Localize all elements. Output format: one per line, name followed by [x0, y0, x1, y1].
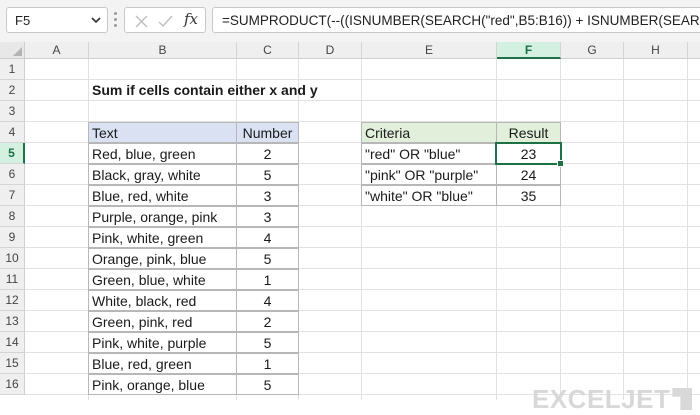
row-header-4[interactable]: 4: [0, 122, 25, 143]
data-text-cell[interactable]: Blue, red, green: [88, 353, 237, 374]
row-header-13[interactable]: 13: [0, 311, 25, 332]
column-header-partial[interactable]: [688, 42, 700, 59]
row-header-11[interactable]: 11: [0, 269, 25, 290]
result-cell[interactable]: 24: [496, 164, 561, 185]
cancel-icon[interactable]: [131, 12, 151, 30]
row-header-16[interactable]: 16: [0, 374, 25, 395]
select-all-corner[interactable]: [0, 42, 25, 59]
criteria-cell[interactable]: "white" OR "blue": [361, 185, 497, 206]
drag-handle-icon[interactable]: [113, 12, 119, 30]
formula-input[interactable]: =SUMPRODUCT(--((ISNUMBER(SEARCH("red",B5…: [212, 7, 700, 33]
data-text-cell[interactable]: Pink, white, green: [88, 227, 237, 248]
data-number-cell[interactable]: 4: [236, 227, 299, 248]
data-number-cell[interactable]: 1: [236, 353, 299, 374]
insert-function-icon[interactable]: fx: [181, 10, 201, 28]
column-header-b[interactable]: B: [89, 42, 237, 59]
formula-text: =SUMPRODUCT(--((ISNUMBER(SEARCH("red",B5…: [222, 13, 700, 28]
column-header-c[interactable]: C: [237, 42, 299, 59]
column-header-h[interactable]: H: [624, 42, 688, 59]
confirm-icon[interactable]: [155, 12, 175, 30]
name-box[interactable]: F5: [6, 7, 108, 33]
row-header-12[interactable]: 12: [0, 290, 25, 311]
data-text-cell[interactable]: Green, blue, white: [88, 269, 237, 290]
logo-text: EXCELJET: [532, 384, 671, 414]
formula-bar: F5 fx =SUMPRODUCT(--((ISNUMBER(SEARCH("r…: [0, 0, 700, 42]
row-header-5[interactable]: 5: [0, 143, 25, 164]
column-header-g[interactable]: G: [561, 42, 624, 59]
logo-mark-icon: [672, 388, 693, 410]
data-header-number[interactable]: Number: [236, 122, 299, 143]
data-number-cell[interactable]: 5: [236, 164, 299, 185]
name-box-value: F5: [15, 13, 31, 28]
sheet-title[interactable]: Sum if cells contain either x and y: [92, 80, 392, 101]
spreadsheet-grid: A B C D E F G H 1 2 3 4 5 6 7 8 9 10 11 …: [0, 42, 700, 414]
row-header-14[interactable]: 14: [0, 332, 25, 353]
data-number-cell[interactable]: 2: [236, 143, 299, 164]
data-number-cell[interactable]: 3: [236, 185, 299, 206]
data-number-cell[interactable]: 5: [236, 248, 299, 269]
criteria-cell[interactable]: "red" OR "blue": [361, 143, 497, 164]
data-text-cell[interactable]: Pink, orange, blue: [88, 374, 237, 395]
column-header-d[interactable]: D: [299, 42, 362, 59]
result-header[interactable]: Result: [496, 122, 561, 143]
row-header-15[interactable]: 15: [0, 353, 25, 374]
data-number-cell[interactable]: 2: [236, 311, 299, 332]
row-header-7[interactable]: 7: [0, 185, 25, 206]
data-text-cell[interactable]: Pink, white, purple: [88, 332, 237, 353]
data-text-cell[interactable]: Purple, orange, pink: [88, 206, 237, 227]
chevron-down-icon[interactable]: [91, 16, 101, 24]
row-header-3[interactable]: 3: [0, 101, 25, 122]
data-header-text[interactable]: Text: [88, 122, 237, 143]
data-number-cell[interactable]: 4: [236, 290, 299, 311]
result-cell[interactable]: 35: [496, 185, 561, 206]
row-header-6[interactable]: 6: [0, 164, 25, 185]
data-text-cell[interactable]: Red, blue, green: [88, 143, 237, 164]
data-text-cell[interactable]: Orange, pink, blue: [88, 248, 237, 269]
row-header-2[interactable]: 2: [0, 80, 25, 101]
data-text-cell[interactable]: Black, gray, white: [88, 164, 237, 185]
data-text-cell[interactable]: Green, pink, red: [88, 311, 237, 332]
data-number-cell[interactable]: 5: [236, 374, 299, 395]
data-number-cell[interactable]: 5: [236, 332, 299, 353]
column-header-e[interactable]: E: [362, 42, 497, 59]
column-header-f[interactable]: F: [497, 42, 561, 59]
criteria-header[interactable]: Criteria: [361, 122, 497, 143]
criteria-cell[interactable]: "pink" OR "purple": [361, 164, 497, 185]
data-text-cell[interactable]: Blue, red, white: [88, 185, 237, 206]
row-header-9[interactable]: 9: [0, 227, 25, 248]
row-header-10[interactable]: 10: [0, 248, 25, 269]
data-text-cell[interactable]: White, black, red: [88, 290, 237, 311]
data-number-cell[interactable]: 3: [236, 206, 299, 227]
row-header-8[interactable]: 8: [0, 206, 25, 227]
data-number-cell[interactable]: 1: [236, 269, 299, 290]
column-header-a[interactable]: A: [25, 42, 89, 59]
active-cell-selection[interactable]: [495, 142, 564, 167]
row-header-1[interactable]: 1: [0, 59, 25, 80]
fill-handle[interactable]: [557, 160, 564, 167]
formula-buttons: fx: [124, 7, 206, 33]
